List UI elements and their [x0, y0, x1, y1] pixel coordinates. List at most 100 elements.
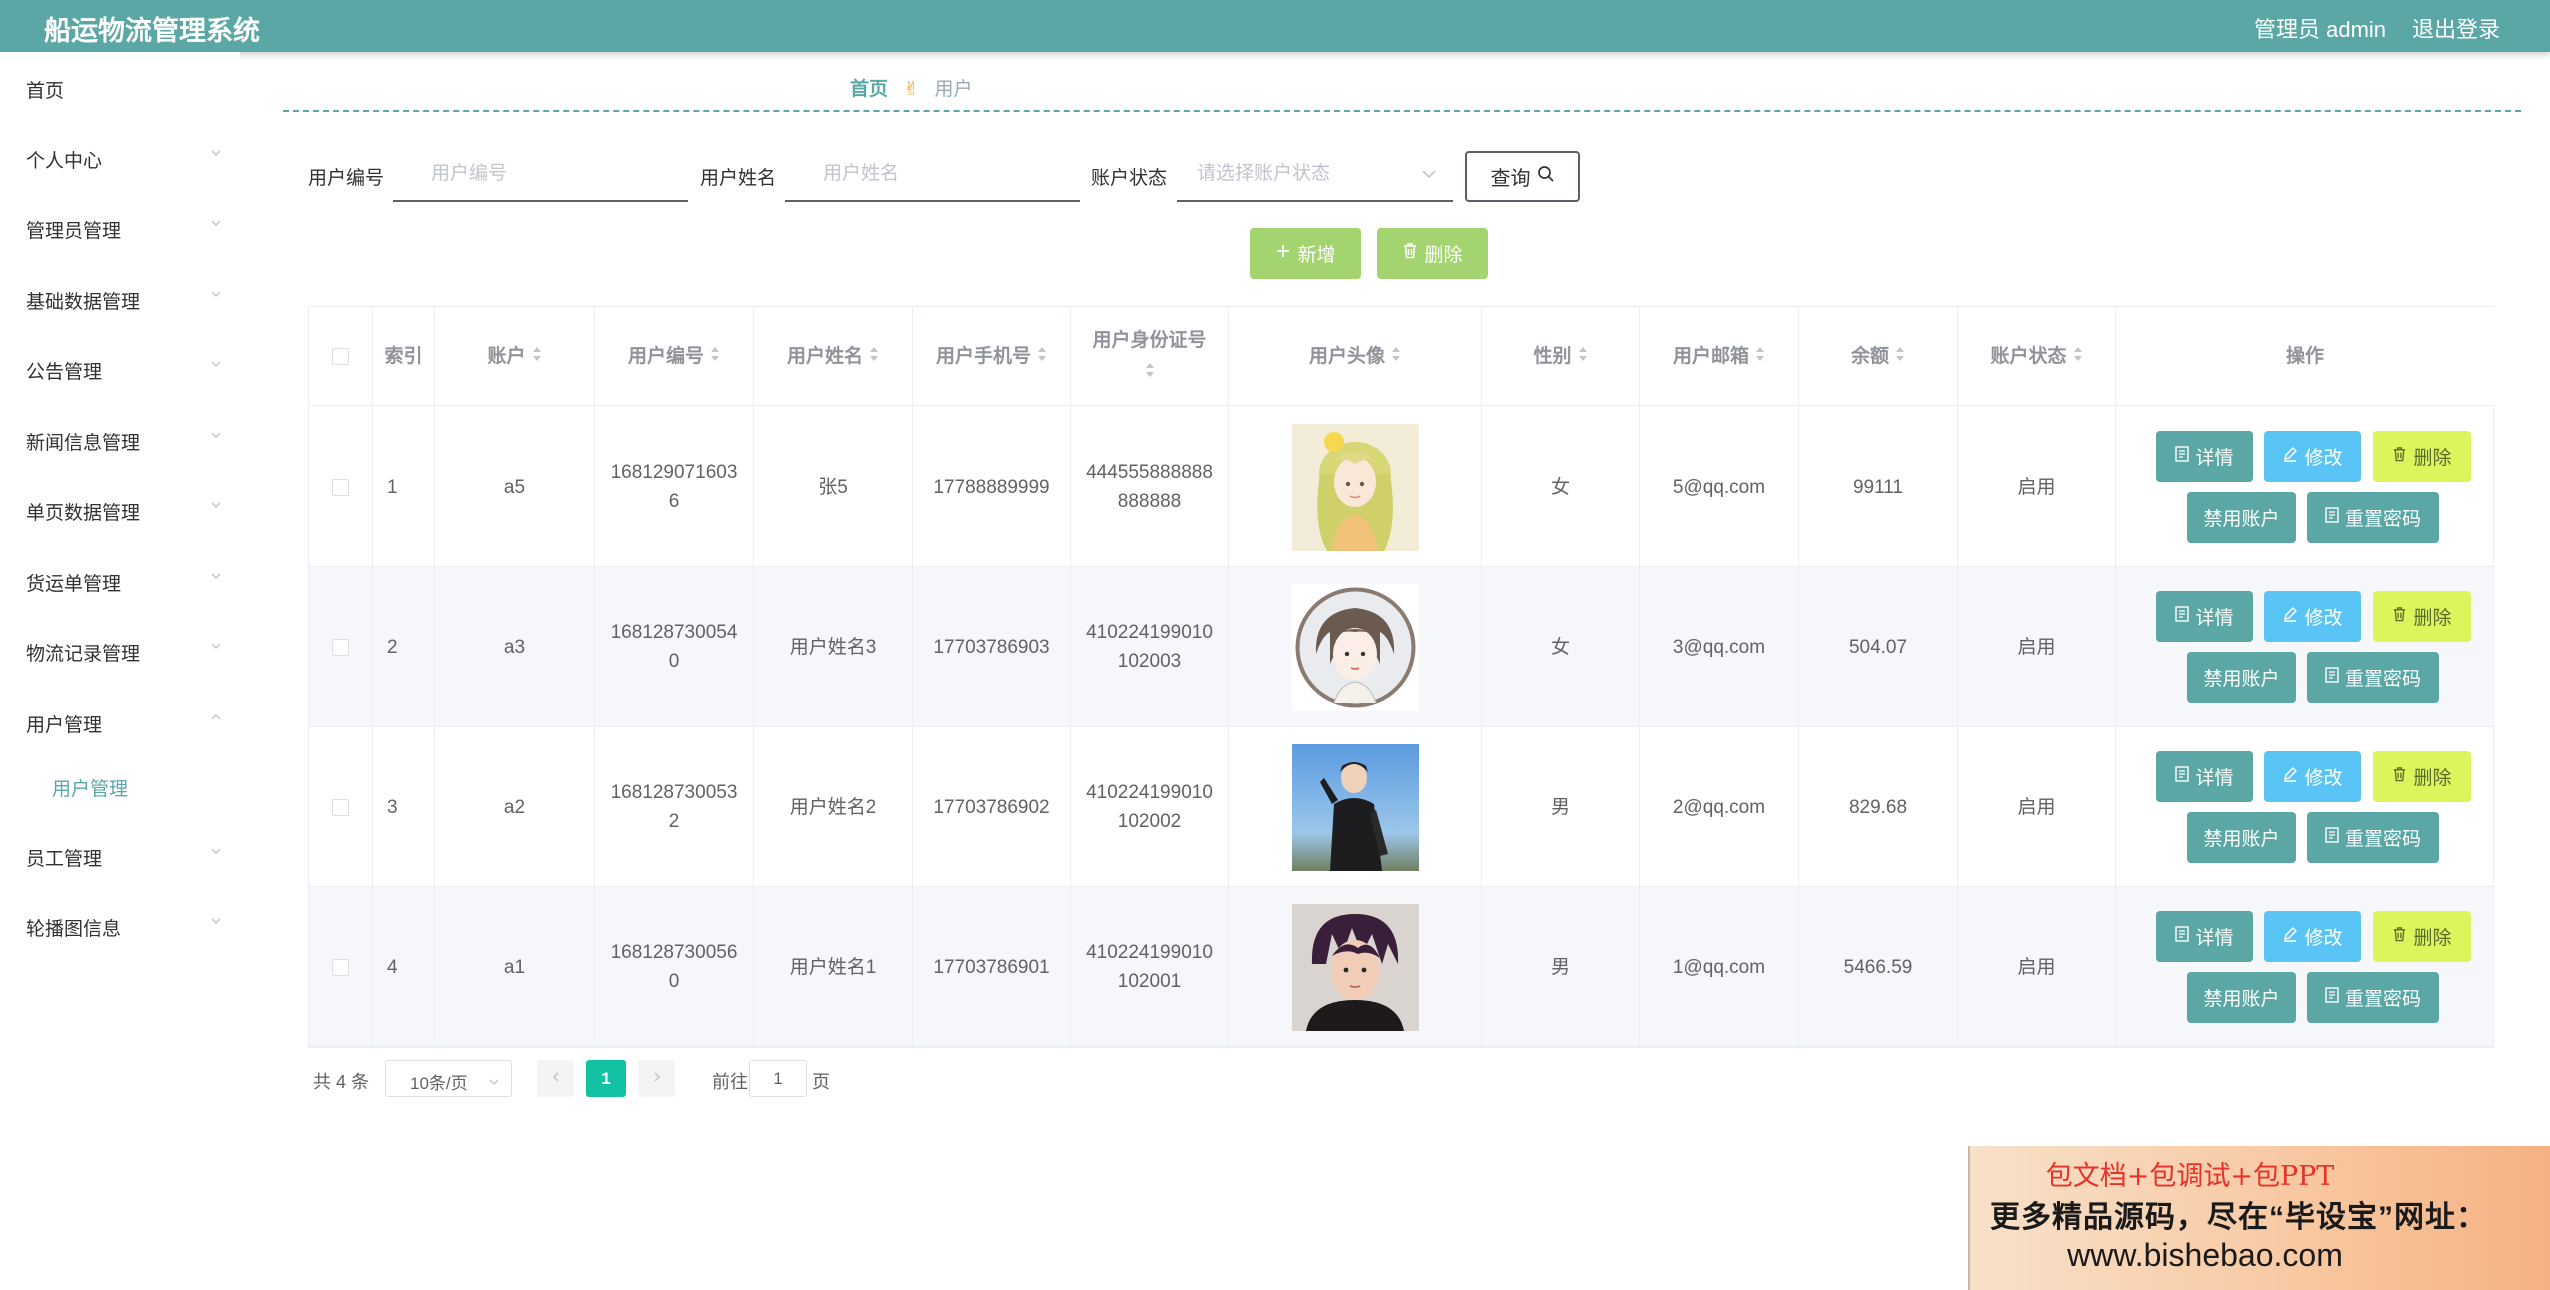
row-checkbox[interactable]	[332, 798, 349, 816]
delete-button[interactable]: 删除	[2373, 751, 2471, 802]
disable-account-button[interactable]: 禁用账户	[2187, 492, 2296, 543]
edit-icon	[2282, 766, 2298, 788]
disable-account-button[interactable]: 禁用账户	[2187, 972, 2296, 1023]
edit-button-label: 修改	[2304, 768, 2343, 789]
sort-icon[interactable]	[869, 343, 879, 371]
sidebar-item-notice-management[interactable]: 公告管理	[0, 339, 240, 399]
col-id-card[interactable]: 用户身份证号	[1071, 307, 1229, 406]
sort-icon[interactable]	[1578, 343, 1588, 371]
plus-icon	[1275, 243, 1291, 265]
edit-button[interactable]: 修改	[2264, 911, 2361, 962]
sidebar-item-single-page-management[interactable]: 单页数据管理	[0, 480, 240, 540]
avatar-girl-illustration-image[interactable]	[1291, 423, 1419, 551]
cell-account: a3	[435, 567, 595, 727]
cell-balance: 5466.59	[1799, 887, 1958, 1047]
col-account[interactable]: 账户	[435, 307, 595, 406]
chevron-up-icon	[211, 712, 221, 722]
sidebar-item-waybill-management[interactable]: 货运单管理	[0, 551, 240, 611]
page-number-current[interactable]: 1	[586, 1060, 626, 1097]
col-operations-label: 操作	[2285, 345, 2324, 367]
sidebar-item-user-management[interactable]: 用户管理	[0, 692, 240, 752]
document-icon	[2325, 826, 2339, 849]
add-button[interactable]: 新增	[1250, 228, 1361, 279]
sidebar-item-admin-management[interactable]: 管理员管理	[0, 198, 240, 258]
user-name-input[interactable]	[785, 148, 1080, 202]
sort-icon[interactable]	[1755, 343, 1765, 371]
query-button[interactable]: 查询	[1465, 151, 1580, 202]
col-user-no[interactable]: 用户编号	[595, 307, 754, 406]
sidebar-item-logistics-record-management[interactable]: 物流记录管理	[0, 621, 240, 681]
disable-account-button[interactable]: 禁用账户	[2187, 652, 2296, 703]
document-icon	[2175, 445, 2190, 468]
prev-page-button[interactable]	[537, 1060, 574, 1097]
reset-password-button[interactable]: 重置密码	[2307, 652, 2439, 703]
detail-button[interactable]: 详情	[2156, 591, 2253, 642]
reset-password-button[interactable]: 重置密码	[2307, 492, 2439, 543]
sort-icon[interactable]	[1145, 359, 1155, 387]
col-avatar[interactable]: 用户头像	[1229, 307, 1482, 406]
sidebar-item-staff-management[interactable]: 员工管理	[0, 826, 240, 886]
next-page-button[interactable]	[638, 1060, 675, 1097]
sort-icon[interactable]	[710, 343, 720, 371]
goto-page-input[interactable]	[749, 1060, 807, 1097]
detail-button[interactable]: 详情	[2156, 911, 2253, 962]
sidebar-item-home[interactable]: 首页	[0, 58, 240, 118]
delete-button[interactable]: 删除	[2373, 591, 2471, 642]
account-status-select[interactable]	[1177, 148, 1453, 202]
edit-button[interactable]: 修改	[2264, 751, 2361, 802]
sort-icon[interactable]	[1895, 343, 1905, 371]
row-checkbox[interactable]	[332, 478, 349, 496]
detail-button[interactable]: 详情	[2156, 751, 2253, 802]
sidebar-item-base-data-management[interactable]: 基础数据管理	[0, 269, 240, 329]
query-button-label: 查询	[1490, 168, 1531, 190]
hand-icon: ✌	[903, 79, 920, 100]
reset-password-button[interactable]: 重置密码	[2307, 972, 2439, 1023]
sort-icon[interactable]	[532, 343, 542, 371]
delete-button[interactable]: 删除	[2373, 431, 2471, 482]
ad-banner[interactable]: 包文档+包调试+包PPT 更多精品源码，尽在“毕设宝”网址： www.bishe…	[1968, 1146, 2550, 1290]
disable-account-button[interactable]: 禁用账户	[2187, 812, 2296, 863]
row-checkbox[interactable]	[332, 958, 349, 976]
sort-icon[interactable]	[1037, 343, 1047, 371]
disable-account-button-label: 禁用账户	[2203, 509, 2280, 530]
sidebar-item-label: 用户管理	[26, 715, 103, 736]
user-no-input[interactable]	[393, 148, 688, 202]
cell-operations: 详情 修改 删除 禁用账户 重置密码	[2116, 887, 2494, 1047]
avatar-boy-dark-image[interactable]	[1291, 903, 1419, 1031]
sidebar-subitem-user-management[interactable]: 用户管理	[0, 758, 240, 814]
sort-icon[interactable]	[2073, 343, 2083, 371]
sidebar-item-carousel-info[interactable]: 轮播图信息	[0, 896, 240, 956]
col-balance[interactable]: 余额	[1799, 307, 1958, 406]
col-operations: 操作	[2116, 307, 2494, 406]
avatar-round-girl-image[interactable]	[1291, 583, 1419, 711]
select-all-checkbox[interactable]	[332, 348, 349, 365]
user-name-label: 用户姓名	[700, 168, 777, 189]
reset-password-button[interactable]: 重置密码	[2307, 812, 2439, 863]
batch-delete-button[interactable]: 删除	[1377, 228, 1488, 279]
col-email[interactable]: 用户邮箱	[1640, 307, 1799, 406]
ad-banner-url[interactable]: www.bishebao.com	[1970, 1237, 2440, 1274]
delete-button[interactable]: 删除	[2373, 911, 2471, 962]
col-index: 索引	[373, 307, 435, 406]
col-user-name[interactable]: 用户姓名	[754, 307, 913, 406]
cell-operations: 详情 修改 删除 禁用账户 重置密码	[2116, 727, 2494, 887]
cell-phone: 17703786901	[913, 887, 1071, 1047]
col-status[interactable]: 账户状态	[1958, 307, 2116, 406]
sort-icon[interactable]	[1391, 343, 1401, 371]
sidebar-item-news-management[interactable]: 新闻信息管理	[0, 410, 240, 470]
cell-avatar	[1229, 407, 1482, 567]
col-gender[interactable]: 性别	[1482, 307, 1640, 406]
row-checkbox[interactable]	[332, 638, 349, 656]
cell-index: 3	[373, 727, 435, 887]
cell-index: 2	[373, 567, 435, 727]
table-row: 3 a2 1681287300532 用户姓名2 17703786902 410…	[309, 727, 2495, 887]
avatar-boy-outdoor-image[interactable]	[1291, 743, 1419, 871]
detail-button[interactable]: 详情	[2156, 431, 2253, 482]
edit-button[interactable]: 修改	[2264, 591, 2361, 642]
edit-button[interactable]: 修改	[2264, 431, 2361, 482]
breadcrumb-home[interactable]: 首页	[850, 79, 888, 100]
sidebar-item-personal-center[interactable]: 个人中心	[0, 128, 240, 188]
page-size-select[interactable]: 10条/页	[385, 1060, 512, 1097]
col-phone[interactable]: 用户手机号	[913, 307, 1071, 406]
logout-link[interactable]: 退出登录	[2412, 12, 2500, 44]
